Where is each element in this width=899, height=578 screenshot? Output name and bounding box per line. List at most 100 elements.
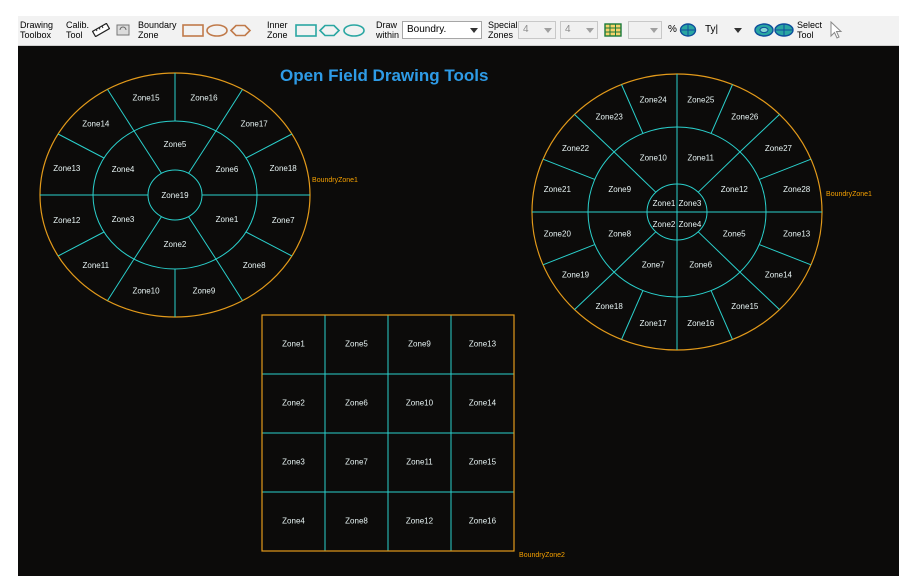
ruler-icon[interactable]	[92, 23, 110, 37]
inner-divider[interactable]	[188, 130, 217, 174]
zone-label[interactable]: Zone12	[406, 517, 434, 526]
zone-label[interactable]: BoundryZone1	[312, 177, 358, 184]
zone-label[interactable]: Zone13	[469, 340, 497, 349]
zone-label[interactable]: Zone10	[132, 287, 160, 296]
zone-label[interactable]: Zone18	[596, 302, 624, 311]
zone-label[interactable]: Zone23	[596, 112, 624, 121]
zone-label[interactable]: Zone10	[640, 154, 668, 163]
zone-label[interactable]: Zone13	[783, 229, 811, 238]
draw-within-select[interactable]: Boundry.	[402, 21, 482, 39]
zone-label[interactable]: Zone7	[272, 216, 295, 225]
zone-label[interactable]: Zone12	[721, 185, 749, 194]
zone-label[interactable]: Zone2	[282, 399, 305, 408]
zone-label[interactable]: Zone3	[112, 215, 135, 224]
zone-label[interactable]: Zone11	[687, 154, 714, 163]
inner-divider[interactable]	[188, 216, 217, 260]
zone-label[interactable]: Zone3	[679, 199, 702, 208]
outer-divider[interactable]	[759, 244, 812, 266]
zone-drawing[interactable]: Zone19 Zone1 Zone2 Zone3 Zone4 Zone5 Zone6 Zone…	[18, 46, 899, 576]
zone-label[interactable]: Zone28	[783, 185, 811, 194]
calibrate-icon[interactable]	[114, 23, 132, 37]
outer-divider[interactable]	[245, 231, 293, 257]
zone-label[interactable]: Zone27	[765, 144, 793, 153]
zone-label[interactable]: Zone4	[282, 517, 305, 526]
zone-label[interactable]: Zone9	[193, 287, 216, 296]
zone-label[interactable]: Zone2	[164, 240, 187, 249]
zone-label[interactable]: Zone26	[731, 112, 759, 121]
zone-label[interactable]: Zone17	[640, 319, 668, 328]
zone-label[interactable]: Zone4	[112, 165, 135, 174]
outer-divider[interactable]	[245, 133, 293, 159]
outer-divider[interactable]	[710, 290, 733, 340]
zone-label[interactable]: Zone21	[544, 185, 572, 194]
zone-label[interactable]: Zone15	[469, 458, 497, 467]
zone-label[interactable]: Zone8	[608, 229, 631, 238]
outer-divider[interactable]	[621, 290, 644, 340]
zone-circles-icon[interactable]	[754, 23, 794, 37]
cursor-arrow-icon[interactable]	[828, 21, 844, 39]
zone-label[interactable]: Zone14	[469, 399, 497, 408]
zone-label[interactable]: Zone6	[216, 165, 239, 174]
zone-label[interactable]: Zone9	[608, 185, 631, 194]
outer-divider[interactable]	[215, 258, 243, 301]
grid-icon[interactable]	[604, 23, 622, 37]
zone-label[interactable]: Zone10	[406, 399, 434, 408]
outer-divider[interactable]	[107, 258, 135, 301]
zone-label[interactable]: Zone1	[282, 340, 305, 349]
boundary-shape-icons[interactable]	[181, 23, 261, 37]
zone-label[interactable]: Zone1	[653, 199, 676, 208]
zone-label[interactable]: Zone8	[243, 261, 266, 270]
zone-label[interactable]: Zone22	[562, 144, 590, 153]
zone-label[interactable]: BoundryZone2	[519, 552, 565, 559]
outer-divider[interactable]	[542, 158, 595, 180]
type-select[interactable]: Ty|	[700, 21, 746, 39]
inner-shape-icons[interactable]	[294, 23, 374, 37]
zone-label[interactable]: Zone16	[687, 319, 715, 328]
zone-label[interactable]: Zone4	[679, 220, 702, 229]
zone-label[interactable]: Zone19	[161, 191, 189, 200]
drawing-canvas[interactable]: Zone19 Zone1 Zone2 Zone3 Zone4 Zone5 Zone6 Zone…	[18, 46, 899, 576]
zone-label[interactable]: Zone18	[270, 164, 298, 173]
zone-label[interactable]: Zone6	[345, 399, 368, 408]
outer-divider[interactable]	[57, 133, 105, 159]
zone-label[interactable]: Zone14	[82, 119, 110, 128]
special-cols-select[interactable]: 4	[560, 21, 598, 39]
zone-label[interactable]: Zone24	[640, 95, 668, 104]
outer-divider[interactable]	[542, 244, 595, 266]
zone-label[interactable]: Zone15	[731, 302, 759, 311]
zone-label[interactable]: Zone9	[408, 340, 431, 349]
zone-label[interactable]: Zone20	[544, 229, 572, 238]
zone-label[interactable]: Zone2	[653, 220, 676, 229]
zone-label[interactable]: Zone15	[132, 94, 160, 103]
zone-label[interactable]: Zone16	[190, 94, 218, 103]
zone-label[interactable]: BoundryZone1	[826, 191, 872, 198]
zone-label[interactable]: Zone3	[282, 458, 305, 467]
zone-label[interactable]: Zone17	[241, 119, 269, 128]
outer-divider[interactable]	[759, 158, 812, 180]
zone-label[interactable]: Zone16	[469, 517, 497, 526]
calib-tool-button[interactable]: Calib. Tool	[66, 20, 89, 40]
zone-label[interactable]: Zone1	[216, 215, 239, 224]
zone-label[interactable]: Zone7	[345, 458, 368, 467]
outer-divider[interactable]	[107, 89, 135, 132]
zone-label[interactable]: Zone8	[345, 517, 368, 526]
zone-label[interactable]: Zone5	[345, 340, 368, 349]
zone-label[interactable]: Zone6	[689, 261, 712, 270]
zone-label[interactable]: Zone12	[53, 216, 81, 225]
zone-label[interactable]: Zone5	[723, 229, 746, 238]
grid-style-select[interactable]	[628, 21, 662, 39]
special-rows-select[interactable]: 4	[518, 21, 556, 39]
outer-divider[interactable]	[57, 231, 105, 257]
zone-label[interactable]: Zone11	[83, 261, 110, 270]
zone-label[interactable]: Zone25	[687, 95, 715, 104]
outer-divider[interactable]	[621, 84, 644, 134]
crosshair-circle-icon[interactable]	[679, 23, 697, 37]
zone-label[interactable]: Zone11	[406, 458, 433, 467]
zone-label[interactable]: Zone7	[642, 261, 665, 270]
outer-divider[interactable]	[215, 89, 243, 132]
zone-label[interactable]: Zone5	[164, 140, 187, 149]
inner-divider[interactable]	[133, 130, 162, 174]
outer-divider[interactable]	[710, 84, 733, 134]
zone-label[interactable]: Zone13	[53, 164, 81, 173]
inner-divider[interactable]	[133, 216, 162, 260]
